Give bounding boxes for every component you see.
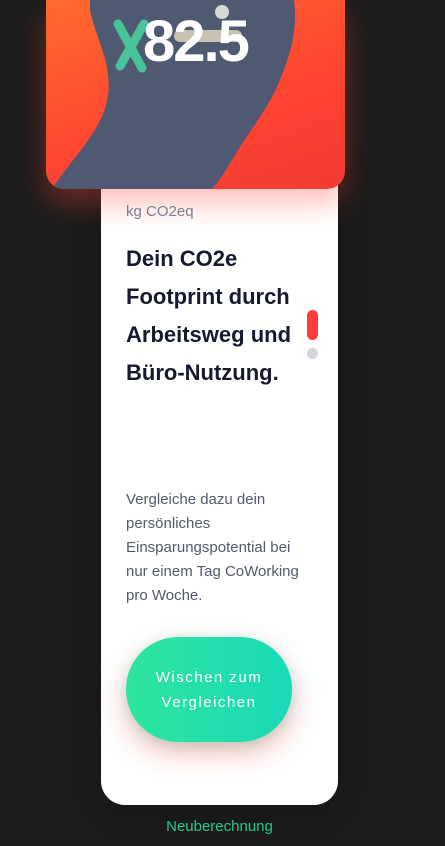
app-screen: 82.5 kg CO2eq Dein CO2e Footprint durch … [0,0,445,846]
co2-unit-label: kg CO2eq [126,203,194,220]
page-title: Dein CO2e Footprint durch Arbeitsweg und… [126,246,292,385]
co2-value: 82.5 [143,9,250,74]
page-indicator[interactable] [307,310,318,359]
recalculate-link[interactable]: Neuberechnung [0,818,439,835]
page-indicator-dot[interactable] [307,348,318,359]
hero-illustration: 82.5 [46,0,345,189]
page-indicator-active[interactable] [307,310,318,340]
description-text: Vergleiche dazu dein persönliches Einspa… [126,491,299,604]
swipe-compare-button[interactable]: Wischen zum Vergleichen [126,637,292,742]
